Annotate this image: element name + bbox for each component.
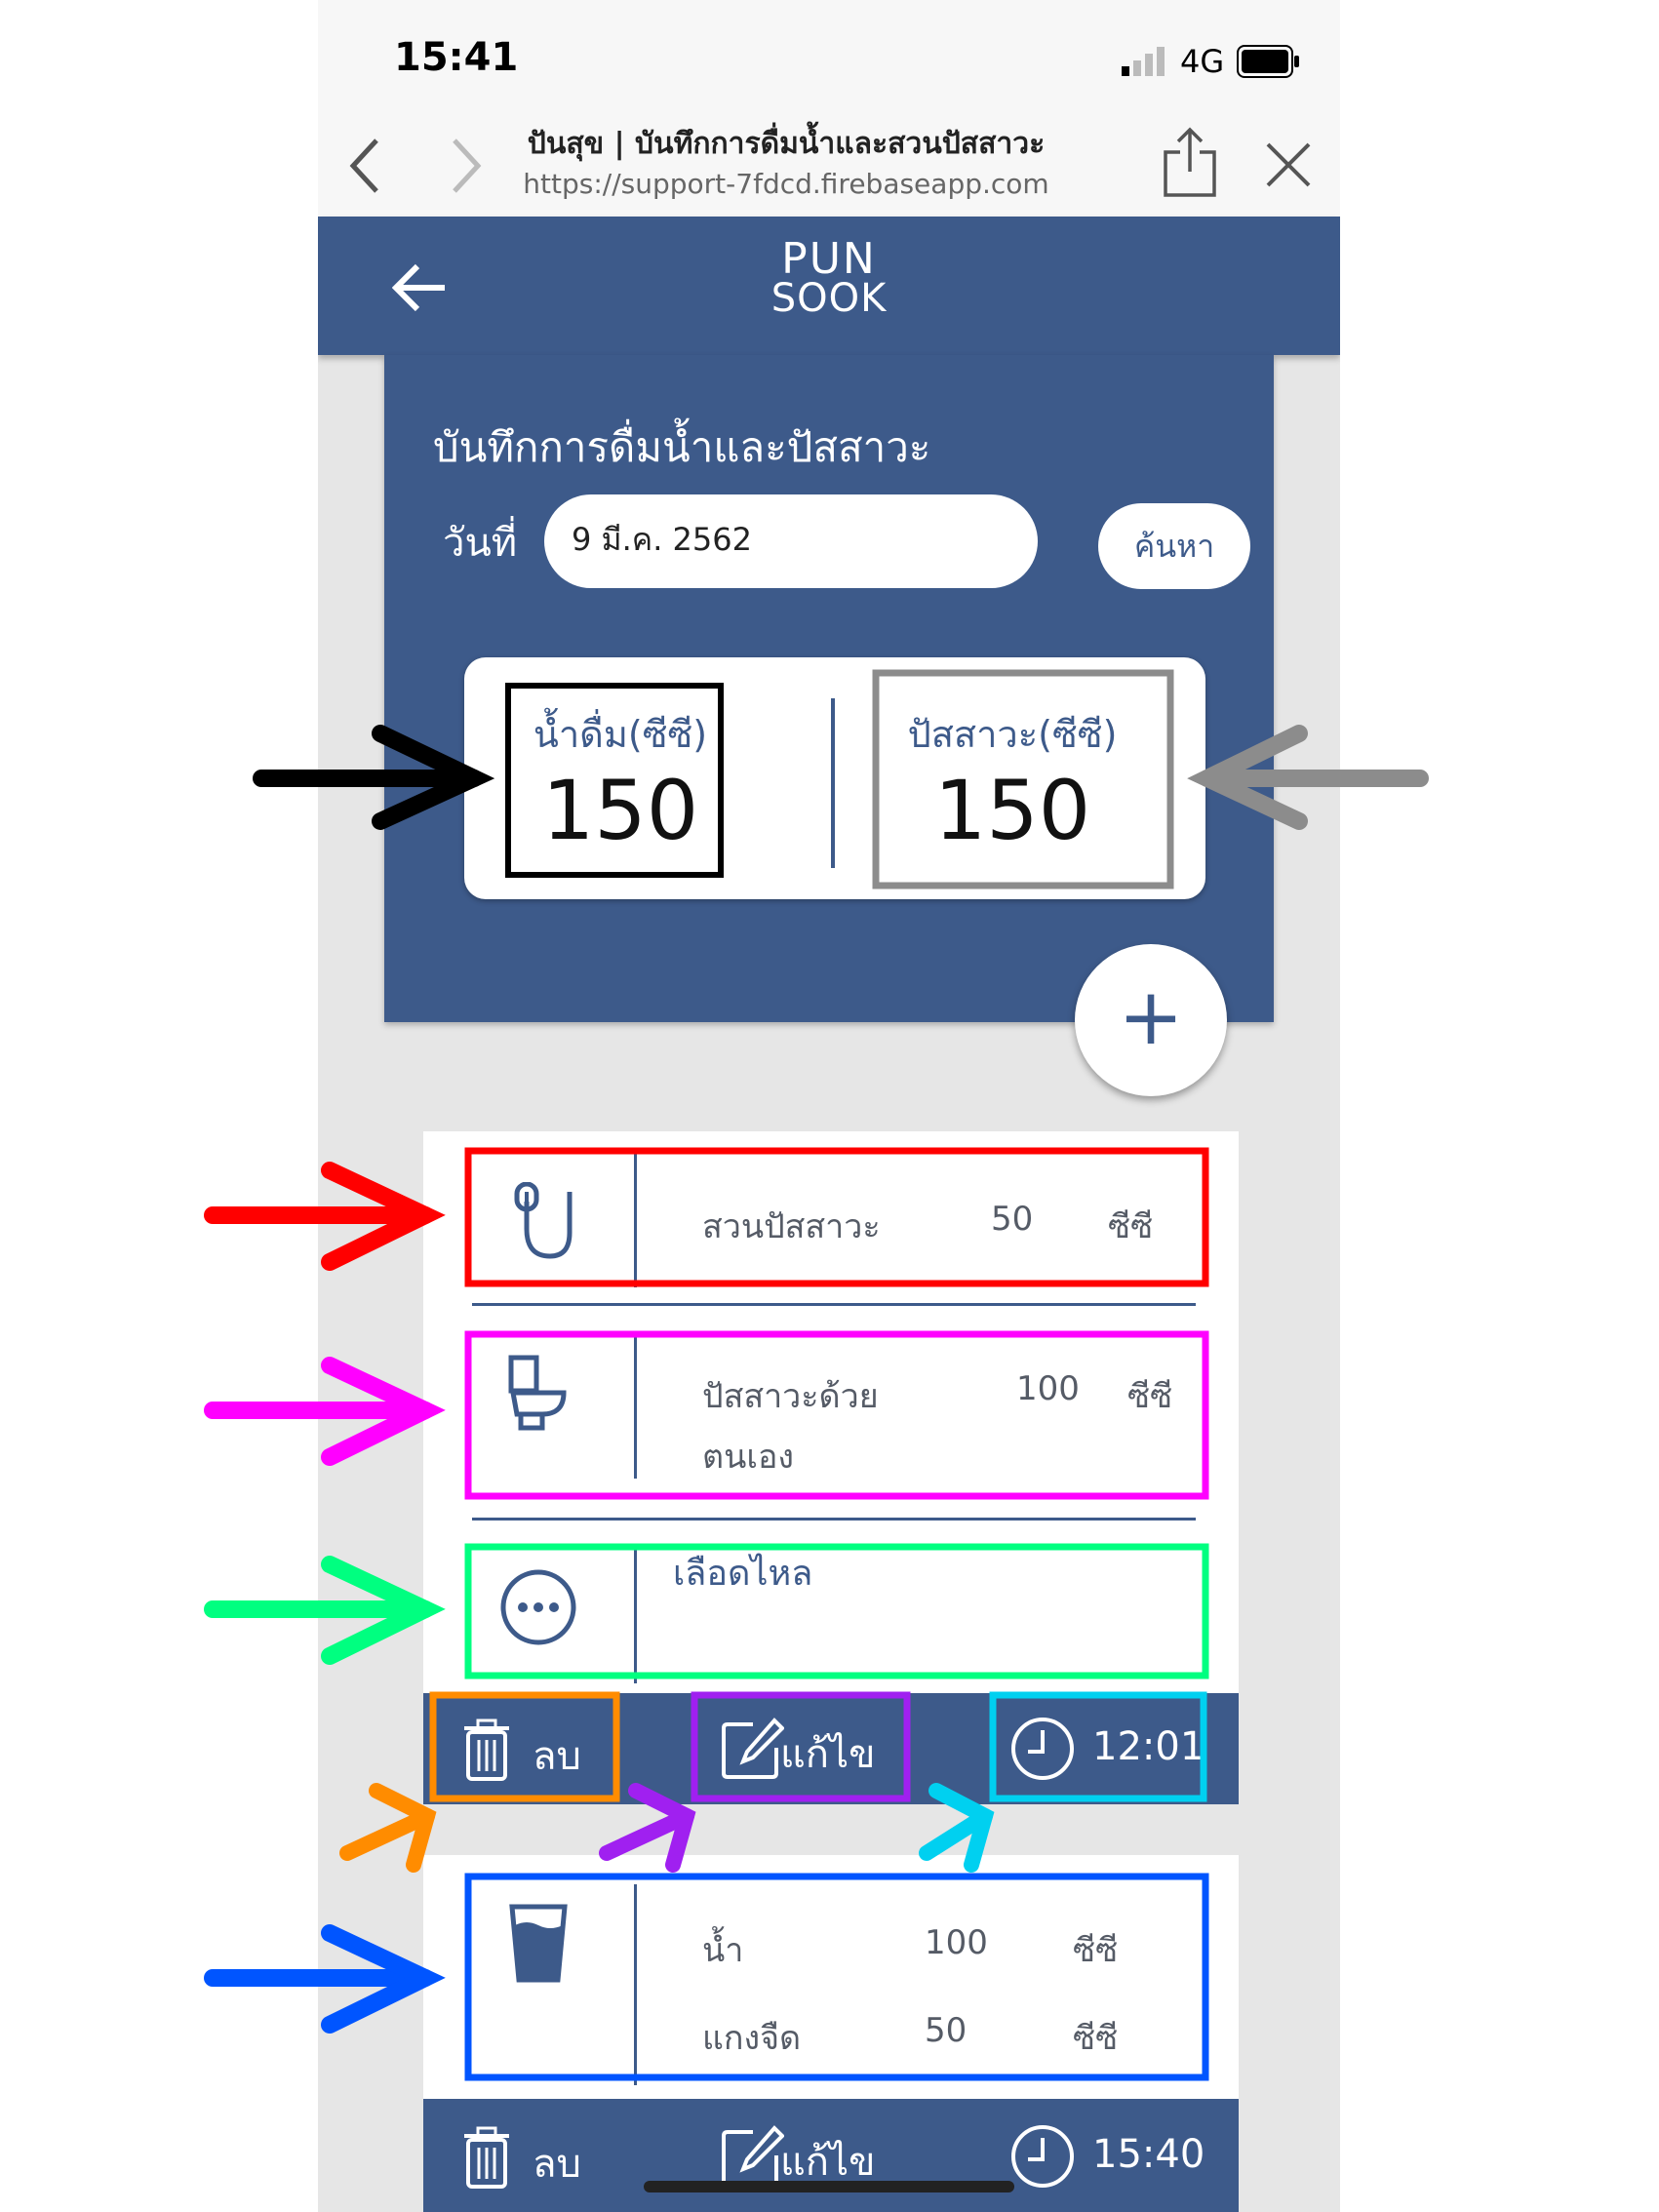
annotation-overlay xyxy=(204,669,1429,2081)
annotation-box-green xyxy=(464,1543,1209,1679)
annotation-box-purple xyxy=(691,1691,911,1802)
annotation-arrow-orange xyxy=(339,1783,437,1873)
annotation-arrow-green xyxy=(204,1556,446,1665)
annotation-box-gray xyxy=(872,669,1174,889)
annotation-box-red xyxy=(464,1147,1209,1287)
annotation-box-blue xyxy=(464,1873,1209,2081)
annotation-arrow-red xyxy=(204,1162,446,1271)
annotation-arrow-gray xyxy=(1187,725,1429,830)
annotation-arrow-black xyxy=(253,725,495,830)
annotation-box-magenta xyxy=(464,1330,1209,1500)
annotation-arrow-cyan xyxy=(919,1783,995,1873)
annotation-box-orange xyxy=(429,1691,620,1802)
annotation-arrow-blue xyxy=(204,1924,446,2034)
annotation-arrow-magenta xyxy=(204,1357,446,1466)
annotation-box-cyan xyxy=(989,1691,1207,1802)
